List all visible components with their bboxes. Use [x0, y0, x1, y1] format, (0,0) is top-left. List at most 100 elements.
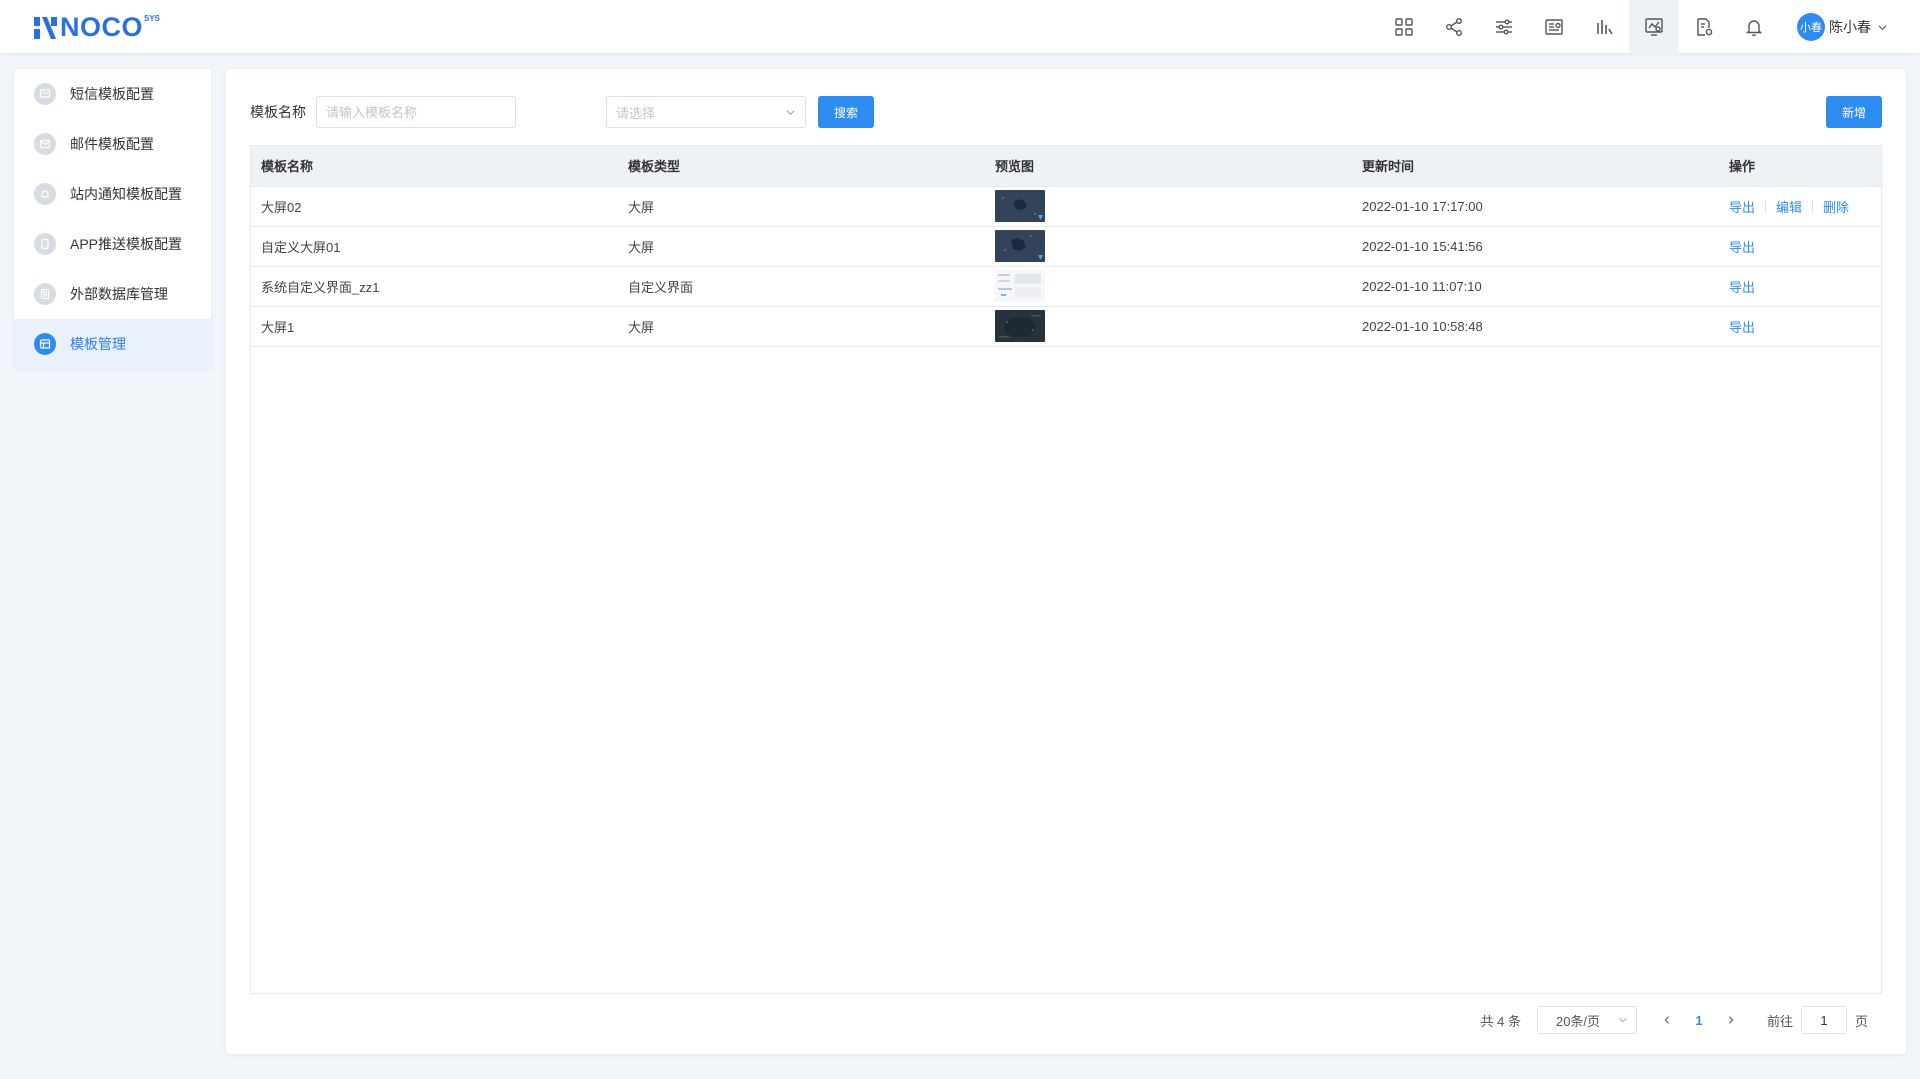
- preview-thumbnail[interactable]: [995, 310, 1045, 342]
- template-name-input[interactable]: [316, 96, 516, 128]
- sidebar-item-app-push-template[interactable]: APP推送模板配置: [14, 219, 211, 269]
- cell-preview: [985, 226, 1352, 266]
- cell-preview: [985, 306, 1352, 346]
- chevron-right-icon: [1728, 1016, 1734, 1024]
- filter-bar: 模板名称 请选择 搜索: [250, 96, 874, 128]
- table-row: 系统自定义界面_zz1 自定义界面 2022-01-10 11:07:10 导出: [251, 266, 1883, 306]
- template-type-placeholder: 请选择: [616, 105, 656, 121]
- sidebar-item-label: APP推送模板配置: [70, 236, 183, 252]
- sidebar-item-external-db[interactable]: 外部数据库管理: [14, 269, 211, 319]
- divider: [1765, 200, 1767, 212]
- edit-link[interactable]: 编辑: [1776, 197, 1802, 216]
- cell-name: 系统自定义界面_zz1: [261, 279, 380, 295]
- page-suffix: 页: [1854, 1013, 1868, 1029]
- user-name: 陈小春: [1829, 19, 1871, 35]
- cell-type: 自定义界面: [628, 279, 694, 295]
- divider: [1812, 200, 1814, 212]
- main-panel: 模板名称 请选择 搜索 新增 模板名称 模板类型 预览图 更新时间 操作: [226, 69, 1906, 1054]
- export-link[interactable]: 导出: [1729, 277, 1755, 296]
- chevron-left-icon: [1664, 1016, 1670, 1024]
- cell-type: 大屏: [628, 239, 655, 255]
- goto-label: 前往: [1766, 1013, 1793, 1029]
- cell-updated: 2022-01-10 11:07:10: [1362, 278, 1482, 294]
- share-icon[interactable]: [1429, 0, 1479, 54]
- template-type-select[interactable]: 请选择: [606, 96, 806, 128]
- delete-link[interactable]: 删除: [1823, 197, 1849, 216]
- template-icon: [34, 333, 56, 355]
- chevron-down-icon: [1619, 1017, 1627, 1023]
- sidebar-item-sms-template[interactable]: 短信模板配置: [14, 69, 211, 119]
- cell-updated: 2022-01-10 15:41:56: [1362, 238, 1483, 254]
- preview-thumbnail[interactable]: [995, 270, 1045, 302]
- template-table: 模板名称 模板类型 预览图 更新时间 操作 大屏02 大屏 2022-01-10…: [250, 145, 1883, 994]
- pagination: 共 4 条 20条/页 1 前往 页: [1480, 1006, 1868, 1034]
- sidebar: 短信模板配置 邮件模板配置 站内通知模板配置 APP推送模板配置 外部数据库管理…: [14, 69, 211, 369]
- page-size-value: 20条/页: [1555, 1013, 1601, 1029]
- column-header: 操作: [1729, 159, 1756, 175]
- bell-icon: [34, 183, 56, 205]
- cell-type: 大屏: [628, 319, 655, 335]
- sidebar-item-mail-template[interactable]: 邮件模板配置: [14, 119, 211, 169]
- cell-updated: 2022-01-10 10:58:48: [1362, 318, 1483, 334]
- goto-page: 前往 页: [1767, 1006, 1868, 1034]
- cell-ops: 导出: [1719, 306, 1883, 346]
- sidebar-item-label: 模板管理: [70, 336, 126, 352]
- logo-text: NOCO: [60, 12, 143, 42]
- cell-name: 自定义大屏01: [261, 239, 341, 255]
- column-header: 预览图: [995, 159, 1035, 175]
- chart-bars-icon[interactable]: [1579, 0, 1629, 54]
- cell-name: 大屏02: [261, 199, 302, 215]
- table-row: 大屏02 大屏 2022-01-10 17:17:00 导出 编辑 删除: [251, 186, 1883, 226]
- cell-preview: [985, 186, 1352, 226]
- cell-ops: 导出: [1719, 266, 1883, 306]
- cell-name: 大屏1: [261, 319, 295, 335]
- cell-ops: 导出: [1719, 226, 1883, 266]
- next-page-button[interactable]: [1715, 1006, 1747, 1034]
- sliders-icon[interactable]: [1479, 0, 1529, 54]
- screen-chart-icon[interactable]: [1629, 0, 1679, 54]
- preview-thumbnail[interactable]: [995, 190, 1045, 222]
- table-header-row: 模板名称 模板类型 预览图 更新时间 操作: [251, 146, 1883, 186]
- cell-ops: 导出 编辑 删除: [1719, 186, 1883, 226]
- avatar: 小春: [1797, 13, 1825, 41]
- bell-icon[interactable]: [1729, 0, 1779, 54]
- message-icon: [34, 83, 56, 105]
- goto-page-input[interactable]: [1800, 1006, 1847, 1034]
- chevron-down-icon: [1878, 24, 1887, 30]
- cell-updated: 2022-01-10 17:17:00: [1362, 198, 1483, 214]
- sidebar-item-template-manage[interactable]: 模板管理: [14, 319, 211, 369]
- export-link[interactable]: 导出: [1729, 317, 1755, 336]
- column-header: 模板类型: [628, 159, 681, 175]
- search-button[interactable]: 搜索: [818, 96, 874, 128]
- template-name-label: 模板名称: [250, 104, 306, 120]
- apps-icon[interactable]: [1379, 0, 1429, 54]
- total-count: 共 4 条: [1480, 1013, 1521, 1029]
- column-header: 更新时间: [1362, 159, 1415, 175]
- export-link[interactable]: 导出: [1729, 237, 1755, 256]
- prev-page-button[interactable]: [1651, 1006, 1683, 1034]
- phone-icon: [34, 233, 56, 255]
- database-icon: [34, 283, 56, 305]
- report-icon[interactable]: [1529, 0, 1579, 54]
- chevron-down-icon: [786, 109, 795, 115]
- user-menu[interactable]: 小春 陈小春: [1779, 0, 1920, 54]
- table-row: 自定义大屏01 大屏 2022-01-10 15:41:56 导出: [251, 226, 1883, 266]
- add-button[interactable]: 新增: [1826, 96, 1882, 128]
- export-link[interactable]: 导出: [1729, 197, 1755, 216]
- preview-thumbnail[interactable]: [995, 230, 1045, 262]
- mail-icon: [34, 133, 56, 155]
- sidebar-item-notice-template[interactable]: 站内通知模板配置: [14, 169, 211, 219]
- sidebar-item-label: 站内通知模板配置: [70, 186, 182, 202]
- page-number[interactable]: 1: [1683, 1006, 1715, 1034]
- logo-mark-icon: [34, 17, 57, 39]
- doc-settings-icon[interactable]: [1679, 0, 1729, 54]
- top-header: NOCO SYS 小春 陈小春: [0, 0, 1920, 54]
- app-logo[interactable]: NOCO SYS: [34, 12, 161, 42]
- table-row: 大屏1 大屏 2022-01-10 10:58:48 导出: [251, 306, 1883, 346]
- page-size-select[interactable]: 20条/页: [1536, 1006, 1637, 1034]
- sidebar-item-label: 外部数据库管理: [70, 286, 168, 302]
- column-header: 模板名称: [261, 159, 314, 175]
- cell-preview: [985, 266, 1352, 306]
- logo-sup: SYS: [144, 14, 161, 23]
- header-toolbar: 小春 陈小春: [1379, 0, 1920, 54]
